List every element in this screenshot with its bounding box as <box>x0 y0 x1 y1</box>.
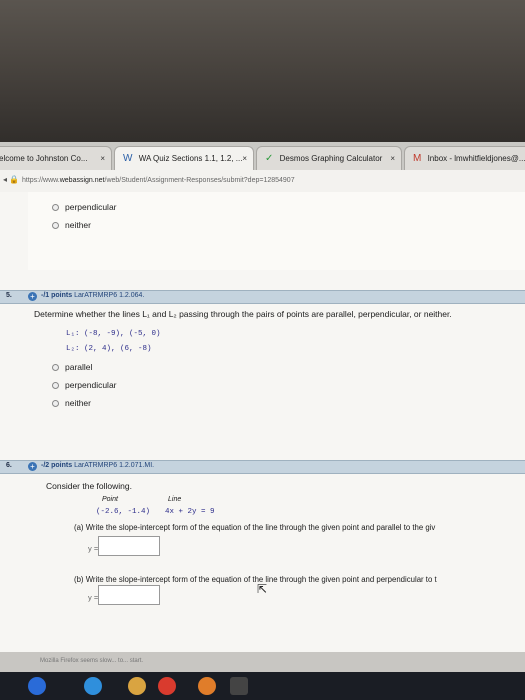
part-a-prompt: (a) Write the slope-intercept form of th… <box>74 523 436 532</box>
app-icon[interactable] <box>230 677 248 695</box>
status-text: Mozilla Firefox seems slow... to... star… <box>40 658 144 664</box>
option-label: perpendicular <box>65 202 117 212</box>
question-5-prompt: Determine whether the lines L₁ and L₂ pa… <box>34 309 452 319</box>
question-points: -/2 points LarATRMRP6 1.2.071.MI. <box>41 462 154 469</box>
option-perpendicular[interactable]: perpendicular <box>52 380 117 390</box>
question-code: LarATRMRP6 1.2.064. <box>74 292 145 299</box>
option-label: neither <box>65 220 91 230</box>
question-number: 5. <box>6 292 12 299</box>
tab-label: Inbox - lmwhitfieldjones@... <box>427 154 525 164</box>
tab-bar: elcome to Johnston Co... × W WA Quiz Sec… <box>0 142 525 170</box>
line-l2-points: L₂: (2, 4), (6, -8) <box>66 345 152 353</box>
expand-icon[interactable]: + <box>28 462 37 471</box>
status-bar: Mozilla Firefox seems slow... to... star… <box>0 652 525 672</box>
radio-button[interactable] <box>52 364 59 372</box>
given-point: (-2.6, -1.4) <box>96 508 151 516</box>
start-icon[interactable] <box>28 677 46 695</box>
address-bar[interactable]: ◂ 🔒 https://www.webassign.net/web/Studen… <box>0 170 525 193</box>
webassign-icon: W <box>123 153 133 164</box>
points-label: -/2 points <box>41 462 73 469</box>
close-icon[interactable]: × <box>242 147 247 170</box>
question-number: 6. <box>6 462 12 469</box>
question-6-intro: Consider the following. <box>46 481 132 491</box>
tab-label: Desmos Graphing Calculator <box>279 154 383 164</box>
browser-window: elcome to Johnston Co... × W WA Quiz Sec… <box>0 142 525 672</box>
points-label: -/1 points <box>41 292 73 299</box>
url-domain: webassign.net <box>59 177 105 184</box>
answer-input-b[interactable] <box>98 585 160 605</box>
tab-johnston[interactable]: elcome to Johnston Co... × <box>0 146 112 170</box>
url-text[interactable]: https://www.webassign.net/web/Student/As… <box>22 174 295 188</box>
question-5-header: 5. + -/1 points LarATRMRP6 1.2.064. <box>0 290 525 304</box>
mail-icon: M <box>413 153 422 164</box>
close-icon[interactable]: × <box>100 147 105 170</box>
taskbar <box>0 672 525 700</box>
firefox-icon[interactable] <box>198 677 216 695</box>
question-6-header: 6. + -/2 points LarATRMRP6 1.2.071.MI. <box>0 460 525 474</box>
page-content: perpendicular neither 5. + -/1 points La… <box>0 192 525 652</box>
chrome-icon[interactable] <box>158 677 176 695</box>
question-code: LarATRMRP6 1.2.071.MI. <box>74 462 155 469</box>
back-icon[interactable]: ◂ 🔒 <box>3 175 19 184</box>
folder-icon[interactable] <box>128 677 146 695</box>
ie-icon[interactable] <box>84 677 102 695</box>
option-parallel[interactable]: parallel <box>52 362 92 372</box>
radio-button[interactable] <box>52 222 59 230</box>
part-b-prompt: (b) Write the slope-intercept form of th… <box>74 575 437 584</box>
line-l1-points: L₁: (-8, -9), (-5, 0) <box>66 330 161 338</box>
radio-button[interactable] <box>52 400 59 408</box>
y-equals-label: y = <box>88 544 99 553</box>
column-line-header: Line <box>168 496 182 503</box>
answer-input-a[interactable] <box>98 536 160 556</box>
given-line: 4x + 2y = 9 <box>165 508 215 516</box>
option-neither-prev[interactable]: neither <box>52 220 91 230</box>
option-label: parallel <box>65 362 93 372</box>
close-icon[interactable]: × <box>390 147 395 170</box>
radio-button[interactable] <box>52 382 59 390</box>
option-label: neither <box>65 398 91 408</box>
option-neither[interactable]: neither <box>52 398 91 408</box>
expand-icon[interactable]: + <box>28 292 37 301</box>
radio-button[interactable] <box>52 204 59 212</box>
tab-inbox[interactable]: M Inbox - lmwhitfieldjones@... <box>404 146 525 170</box>
tab-label: WA Quiz Sections 1.1, 1.2, ... <box>138 154 243 164</box>
option-label: perpendicular <box>65 380 117 390</box>
column-point-header: Point <box>102 496 118 503</box>
tab-label: elcome to Johnston Co... <box>0 154 88 163</box>
mouse-cursor-icon: ⇱ <box>257 582 268 596</box>
y-equals-label: y = <box>88 593 99 602</box>
option-perpendicular-prev[interactable]: perpendicular <box>52 202 117 212</box>
monitor-bezel <box>0 0 525 150</box>
desmos-icon: ✓ <box>265 153 274 164</box>
tab-desmos[interactable]: ✓ Desmos Graphing Calculator × <box>256 146 402 170</box>
question-points: -/1 points LarATRMRP6 1.2.064. <box>41 292 144 299</box>
url-path: /web/Student/Assignment-Responses/submit… <box>104 177 295 184</box>
tab-webassign-quiz[interactable]: W WA Quiz Sections 1.1, 1.2, ... × <box>114 146 254 170</box>
url-prefix: https://www. <box>22 177 60 184</box>
